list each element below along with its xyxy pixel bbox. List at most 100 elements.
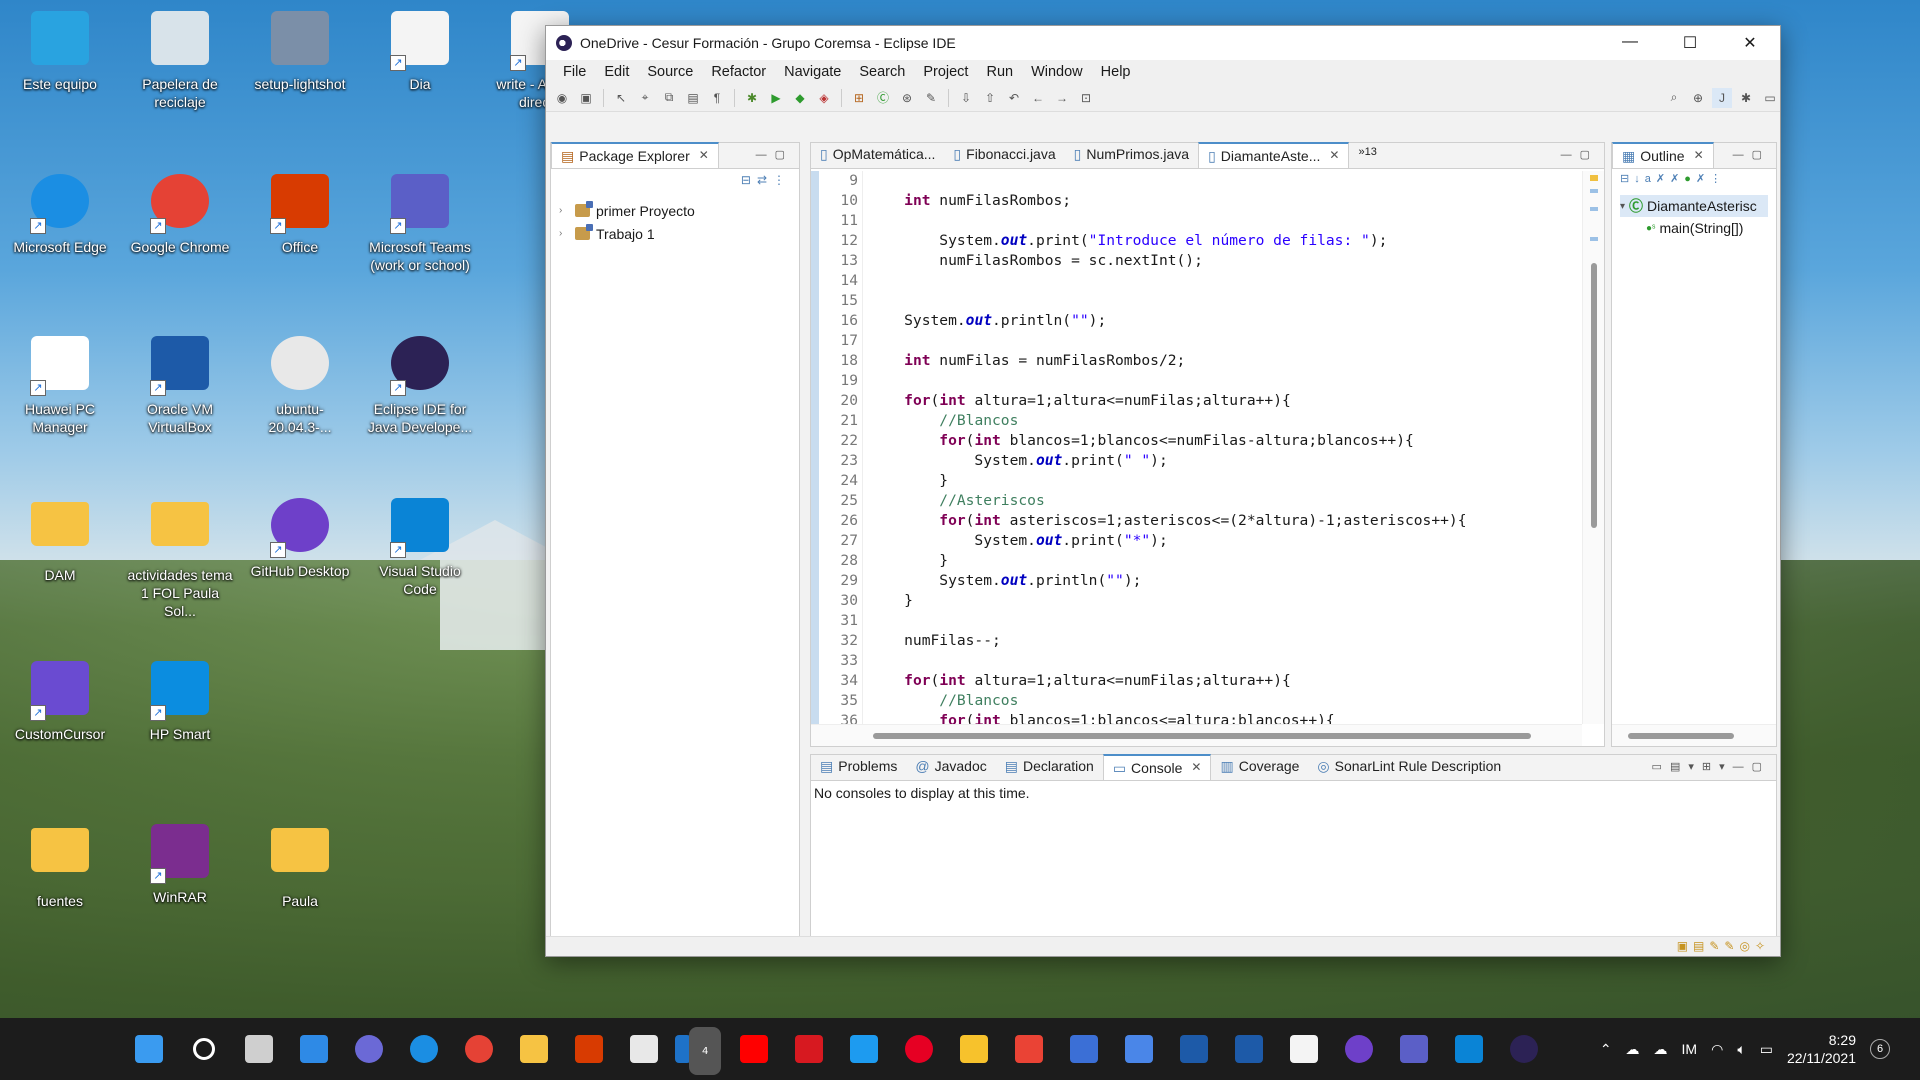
code-line[interactable]: 30 } (811, 591, 1582, 611)
outline-hscrollbar[interactable] (1612, 724, 1776, 746)
code-line[interactable]: 22 for(int blancos=1;blancos<=numFilas-a… (811, 431, 1582, 451)
desktop-icon[interactable]: Este equipo (5, 5, 115, 135)
mail-icon[interactable]: 4 (675, 1025, 723, 1075)
code-line[interactable]: 19 (811, 371, 1582, 391)
warning-marker[interactable] (1590, 175, 1598, 181)
docs-icon[interactable] (1115, 1025, 1163, 1073)
code-editor[interactable]: 9 10 int numFilasRombos; 11 12 System. out .p… (811, 171, 1582, 724)
title-bar[interactable]: OneDrive - Cesur Formación - Grupo Corem… (546, 26, 1780, 60)
menu-item-source[interactable]: Source (638, 64, 702, 80)
occurrence-marker[interactable] (1590, 189, 1598, 193)
code-line[interactable]: 13 numFilasRombos = sc.nextInt(); (811, 251, 1582, 271)
widgets-icon[interactable] (290, 1025, 338, 1073)
coverage-icon[interactable]: ◆ (790, 88, 810, 108)
teams-icon[interactable] (1390, 1025, 1438, 1073)
code-line[interactable]: 11 (811, 211, 1582, 231)
chevron-down-icon[interactable]: ▾ (1620, 201, 1625, 212)
menu-item-project[interactable]: Project (914, 64, 977, 80)
pinterest-icon[interactable] (895, 1025, 943, 1073)
copy-icon[interactable]: ⧉ (659, 88, 679, 108)
occurrence-marker[interactable] (1590, 207, 1598, 211)
new-class-icon[interactable]: Ⓒ (873, 88, 893, 108)
last-edit-icon[interactable]: ↶ (1004, 88, 1024, 108)
store-icon[interactable] (620, 1025, 668, 1073)
cursor-icon[interactable]: ↖ (611, 88, 631, 108)
open-type-icon[interactable]: ⊛ (897, 88, 917, 108)
desktop-icon[interactable]: ↗ Microsoft Teams (work or school) (365, 168, 475, 298)
search-icon[interactable] (180, 1025, 228, 1073)
paragraph-icon[interactable]: ¶ (707, 88, 727, 108)
chrome-icon[interactable] (455, 1025, 503, 1073)
eclipse-icon[interactable] (1500, 1025, 1548, 1073)
sort-icon[interactable]: ↓a (1634, 173, 1656, 185)
desktop-icon[interactable]: ↗ WinRAR (125, 818, 235, 948)
desktop-icon[interactable]: fuentes (5, 818, 115, 948)
desktop-icon[interactable]: setup-lightshot (245, 5, 355, 135)
office-icon[interactable] (565, 1025, 613, 1073)
forward-icon[interactable]: → (1052, 88, 1072, 108)
github-icon[interactable] (1335, 1025, 1383, 1073)
desktop-icon[interactable]: ↗ Dia (365, 5, 475, 135)
tab-editor-file[interactable]: ▯ OpMatemática... (811, 142, 944, 168)
menu-item-search[interactable]: Search (850, 64, 914, 80)
new-icon[interactable]: ◉ (552, 88, 572, 108)
code-line[interactable]: 36 for(int blancos=1;blancos<=altura;bla… (811, 711, 1582, 724)
collapse-all-icon[interactable]: ⊟ (741, 173, 757, 187)
volume-icon[interactable]: 🔈︎ (1737, 1041, 1745, 1058)
outline-class-item[interactable]: ▾ Ⓒ DiamanteAsterisc (1620, 195, 1768, 217)
desktop-icon[interactable]: Papelera de reciclaje (125, 5, 235, 135)
code-line[interactable]: 28 } (811, 551, 1582, 571)
pin-editor-icon[interactable]: ⊡ (1076, 88, 1096, 108)
scrollbar-thumb[interactable] (1591, 263, 1597, 528)
code-line[interactable]: 9 (811, 171, 1582, 191)
collapse-icon[interactable]: ⊟ (1620, 173, 1634, 185)
close-icon[interactable]: ✕ (1191, 760, 1201, 774)
tab-console[interactable]: ▭ Console ✕ (1102, 754, 1212, 780)
code-line[interactable]: 35 //Blancos (811, 691, 1582, 711)
java-perspective-icon[interactable]: J (1712, 87, 1732, 108)
notification-count[interactable]: 6 (1870, 1039, 1890, 1059)
tab-package-explorer[interactable]: ▤ Package Explorer ✕ (551, 142, 719, 168)
code-line[interactable]: 29 System. out .println(""); (811, 571, 1582, 591)
code-line[interactable]: 31 (811, 611, 1582, 631)
tab-problems[interactable]: ▤ Problems (811, 754, 906, 780)
menu-item-run[interactable]: Run (977, 64, 1022, 80)
code-line[interactable]: 15 (811, 291, 1582, 311)
view-menu-icon[interactable]: ⋮ (1710, 173, 1726, 185)
back-icon[interactable]: ← (1028, 88, 1048, 108)
code-line[interactable]: 14 (811, 271, 1582, 291)
desktop-icon[interactable]: Paula (245, 818, 355, 948)
tab-javadoc[interactable]: @ Javadoc (906, 754, 995, 780)
menu-item-help[interactable]: Help (1092, 64, 1140, 80)
chevron-right-icon[interactable]: › (559, 228, 569, 239)
editor-minmax-icon[interactable]: —▢ (1561, 148, 1598, 161)
code-line[interactable]: 12 System. out .print("Introduce el número… (811, 231, 1582, 251)
scrollbar-thumb[interactable] (873, 733, 1531, 739)
wifi-icon[interactable]: ◠ (1711, 1041, 1723, 1058)
maximize-button[interactable]: ☐ (1660, 33, 1720, 53)
new-package-icon[interactable]: ⊞ (849, 88, 869, 108)
clock[interactable]: 8:29 22/11/2021 (1787, 1031, 1856, 1067)
vscode-icon[interactable] (1445, 1025, 1493, 1073)
print-icon[interactable]: ▤ (683, 88, 703, 108)
onedrive-2-icon[interactable]: ☁ (1654, 1041, 1668, 1058)
file-explorer-icon[interactable] (510, 1025, 558, 1073)
code-line[interactable]: 23 System. out .print(" "); (811, 451, 1582, 471)
search-tool-icon[interactable]: ✎ (921, 88, 941, 108)
chat-icon[interactable] (345, 1025, 393, 1073)
outline-method-item[interactable]: ●ˢ main(String[]) (1620, 217, 1768, 239)
onedrive-icon[interactable]: ☁ (1626, 1041, 1640, 1058)
menu-item-file[interactable]: File (554, 64, 595, 80)
code-line[interactable]: 17 (811, 331, 1582, 351)
edge-icon[interactable] (400, 1025, 448, 1073)
open-perspective-icon[interactable]: ⊕ (1688, 88, 1708, 108)
virtualbox-icon[interactable] (1170, 1025, 1218, 1073)
tab-editor-file[interactable]: ▯ NumPrimos.java (1065, 142, 1198, 168)
code-line[interactable]: 20 for(int altura=1;altura<=numFilas;alt… (811, 391, 1582, 411)
desktop-icon[interactable]: ubuntu-20.04.3-... (245, 330, 355, 460)
tab-sonarlint[interactable]: ◎ SonarLint Rule Description (1308, 754, 1510, 780)
code-line[interactable]: 21 //Blancos (811, 411, 1582, 431)
sticky-notes-icon[interactable] (950, 1025, 998, 1073)
tab-outline[interactable]: ▦ Outline ✕ (1612, 142, 1714, 168)
virtualbox-2-icon[interactable] (1225, 1025, 1273, 1073)
